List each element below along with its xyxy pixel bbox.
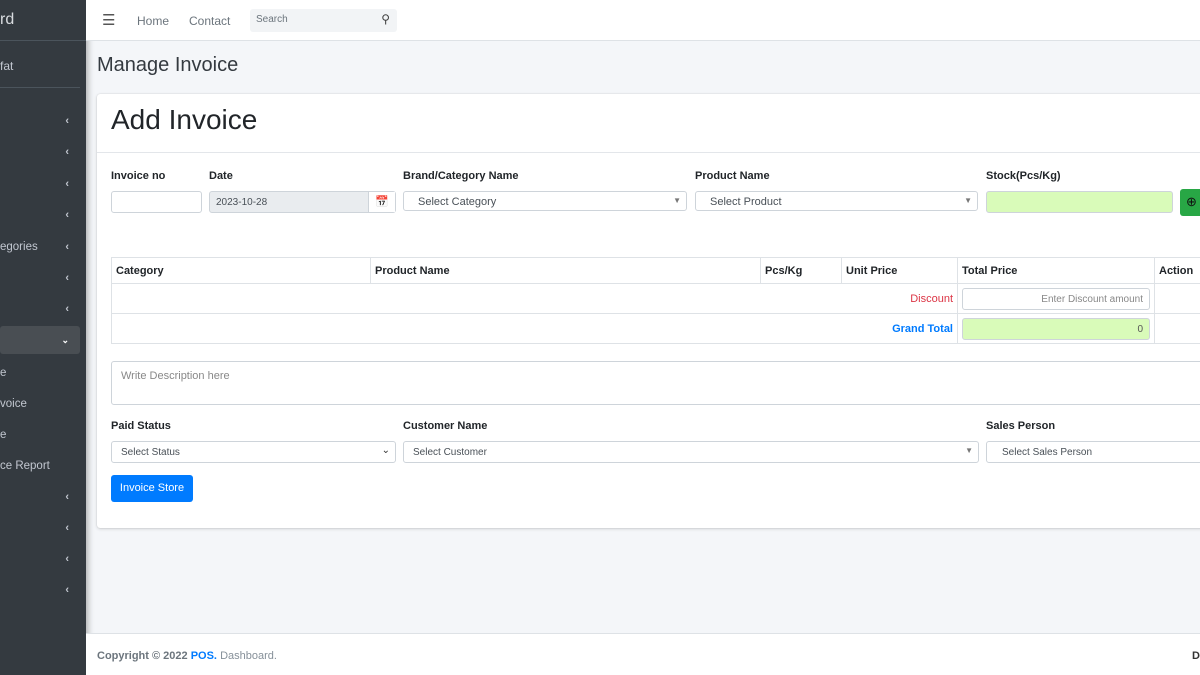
- sidebar-item[interactable]: ‹: [0, 107, 80, 135]
- chevron-left-icon: ‹: [65, 272, 69, 284]
- dropdown-arrow-icon: ▼: [965, 446, 973, 455]
- card-title: Add Invoice: [111, 104, 258, 135]
- sales-person-select[interactable]: Select Sales Person: [986, 441, 1200, 463]
- sidebar-item-label: egories: [0, 241, 38, 253]
- sidebar-item[interactable]: ‹: [0, 264, 80, 292]
- action-cell: [1154, 283, 1200, 314]
- sidebar-item[interactable]: ‹: [0, 170, 80, 198]
- chevron-left-icon: ‹: [65, 178, 69, 190]
- discount-row: Discount Enter Discount amount: [111, 283, 1200, 314]
- paid-status-value: Select Status: [121, 447, 180, 458]
- dropdown-arrow-icon: ▼: [964, 196, 972, 205]
- customer-select[interactable]: Select Customer ▼: [403, 441, 979, 463]
- description-textarea[interactable]: Write Description here: [111, 361, 1200, 405]
- chevron-left-icon: ‹: [65, 584, 69, 596]
- footer-suffix: Dashboard.: [220, 650, 277, 662]
- user-panel[interactable]: fat: [0, 42, 80, 88]
- sidebar-item[interactable]: ‹: [0, 576, 80, 604]
- chevron-left-icon: ‹: [65, 522, 69, 534]
- sidebar-subitem[interactable]: e: [0, 359, 80, 387]
- invoice-items-table: Category Product Name Pcs/Kg Unit Price …: [111, 257, 1200, 344]
- chevron-left-icon: ‹: [65, 146, 69, 158]
- chevron-down-icon: ⌄: [61, 335, 69, 345]
- sidebar-item[interactable]: ‹: [0, 514, 80, 542]
- grand-total-row: Grand Total 0: [111, 313, 1200, 344]
- brand-category-label: Brand/Category Name: [403, 170, 519, 182]
- calendar-icon[interactable]: 📅: [368, 192, 395, 212]
- search-input[interactable]: Search ⚲: [250, 9, 397, 32]
- invoice-store-button[interactable]: Invoice Store: [111, 475, 193, 502]
- table-header-row: Category Product Name Pcs/Kg Unit Price …: [111, 257, 1200, 284]
- sidebar-item[interactable]: ‹: [0, 138, 80, 166]
- hamburger-menu-icon[interactable]: ☰: [102, 11, 115, 29]
- add-invoice-card: Add Invoice Invoice no Date 2023-10-28 📅 …: [97, 94, 1200, 528]
- category-select-value: Select Category: [418, 196, 497, 208]
- sidebar-item[interactable]: ‹: [0, 545, 80, 573]
- sidebar: rd fat ‹ ‹ ‹ ‹ egories ‹ ‹ ‹ ⌄ e voice e …: [0, 0, 86, 675]
- discount-cell: Enter Discount amount: [957, 283, 1155, 314]
- sidebar-item[interactable]: ‹: [0, 201, 80, 229]
- top-navbar: ☰ Home Contact Search ⚲: [86, 0, 1200, 41]
- discount-label: Discount: [111, 283, 958, 314]
- col-pcs-kg: Pcs/Kg: [760, 257, 842, 284]
- customer-select-value: Select Customer: [413, 447, 487, 458]
- customer-name-label: Customer Name: [403, 420, 488, 432]
- chevron-left-icon: ‹: [65, 491, 69, 503]
- footer: Copyright © 2022 POS. Dashboard. D: [86, 633, 1200, 675]
- action-cell: [1154, 313, 1200, 344]
- col-product-name: Product Name: [370, 257, 761, 284]
- chevron-left-icon: ‹: [65, 553, 69, 565]
- plus-circle-icon: ⊕: [1186, 194, 1197, 209]
- date-value: 2023-10-28: [216, 197, 268, 208]
- nav-link-contact[interactable]: Contact: [189, 14, 230, 28]
- stock-label: Stock(Pcs/Kg): [986, 170, 1061, 182]
- col-category: Category: [111, 257, 371, 284]
- nav-link-home[interactable]: Home: [137, 14, 169, 28]
- paid-status-select[interactable]: Select Status ⌄: [111, 441, 396, 463]
- add-product-button[interactable]: ⊕: [1180, 189, 1200, 216]
- grand-total-input[interactable]: 0: [962, 317, 1150, 340]
- footer-right-text: D: [1192, 650, 1200, 662]
- search-icon[interactable]: ⚲: [381, 12, 390, 26]
- page-title: Manage Invoice: [97, 54, 239, 76]
- col-total-price: Total Price: [957, 257, 1155, 284]
- pos-link[interactable]: POS.: [191, 650, 217, 662]
- chevron-left-icon: ‹: [65, 115, 69, 127]
- sidebar-item[interactable]: ‹: [0, 483, 80, 511]
- col-action: Action: [1154, 257, 1200, 284]
- sales-person-label: Sales Person: [986, 420, 1056, 432]
- sidebar-subitem[interactable]: voice: [0, 390, 80, 418]
- copyright-text: Copyright © 2022: [97, 650, 188, 662]
- invoice-no-input[interactable]: [111, 191, 202, 213]
- chevron-left-icon: ‹: [65, 303, 69, 315]
- date-label: Date: [209, 170, 233, 182]
- sidebar-subitem[interactable]: e: [0, 421, 80, 449]
- brand-link[interactable]: rd: [0, 0, 86, 41]
- discount-input[interactable]: Enter Discount amount: [962, 287, 1150, 310]
- sidebar-subitem[interactable]: ce Report: [0, 452, 80, 480]
- invoice-no-label: Invoice no: [111, 170, 166, 182]
- product-select[interactable]: Select Product ▼: [695, 191, 978, 211]
- sidebar-item-categories[interactable]: egories ‹: [0, 233, 80, 261]
- grand-total-label: Grand Total: [111, 313, 958, 344]
- sidebar-item-invoice[interactable]: ⌄: [0, 326, 80, 354]
- category-select[interactable]: Select Category ▼: [403, 191, 687, 211]
- col-unit-price: Unit Price: [841, 257, 958, 284]
- chevron-left-icon: ‹: [65, 241, 69, 253]
- product-name-label: Product Name: [695, 170, 770, 182]
- chevron-left-icon: ‹: [65, 209, 69, 221]
- search-placeholder: Search: [256, 14, 288, 25]
- sidebar-item[interactable]: ‹: [0, 295, 80, 323]
- divider: [97, 152, 1200, 153]
- dropdown-arrow-icon: ▼: [673, 196, 681, 205]
- chevron-down-icon: ⌄: [381, 445, 390, 456]
- grand-total-cell: 0: [957, 313, 1155, 344]
- paid-status-label: Paid Status: [111, 420, 171, 432]
- date-input[interactable]: 2023-10-28 📅: [209, 191, 396, 213]
- product-select-value: Select Product: [710, 196, 782, 208]
- stock-input[interactable]: [986, 191, 1173, 213]
